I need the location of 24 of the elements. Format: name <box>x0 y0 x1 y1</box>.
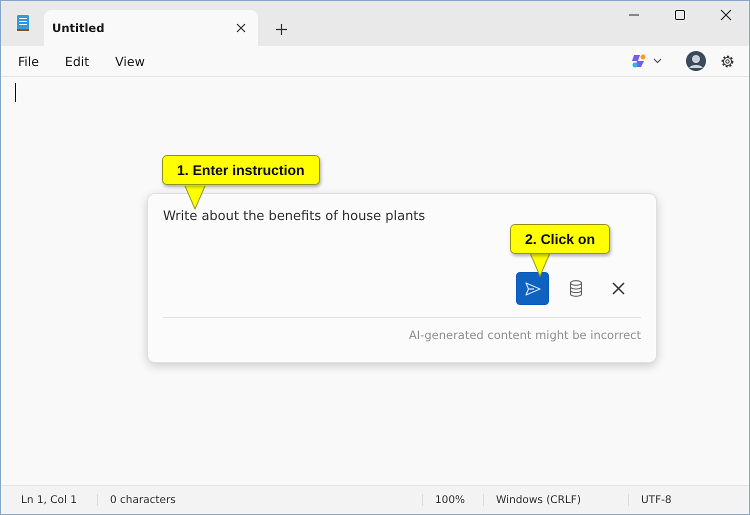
callout-pointer <box>184 186 206 210</box>
send-button[interactable] <box>516 272 549 305</box>
avatar-icon[interactable] <box>686 51 706 71</box>
tab[interactable]: Untitled <box>44 10 258 46</box>
menu-item[interactable]: File <box>9 50 48 72</box>
status-item: Ln 1, Col 1 <box>20 494 78 506</box>
text-cursor <box>15 83 16 102</box>
status-item: 0 characters <box>97 494 422 506</box>
settings-icon[interactable] <box>720 54 735 68</box>
prompt-field[interactable]: Write about the benefits of house plants <box>163 206 641 226</box>
callout-pointer <box>529 253 551 277</box>
close-icon <box>612 282 625 295</box>
menu-item[interactable]: Edit <box>56 50 98 72</box>
send-icon <box>524 282 540 296</box>
status-item: UTF-8 <box>628 494 684 506</box>
notepad-icon <box>16 14 30 32</box>
disclaimer-text: AI-generated content might be incorrect <box>408 328 641 342</box>
add-icon[interactable] <box>276 24 287 35</box>
status-item: 100% <box>422 494 483 506</box>
menu-item[interactable]: View <box>106 50 154 72</box>
status-item: Windows (CRLF) <box>483 494 628 506</box>
close-icon[interactable] <box>236 23 246 33</box>
chevron-down-icon[interactable] <box>653 58 662 64</box>
database-icon <box>568 280 582 297</box>
